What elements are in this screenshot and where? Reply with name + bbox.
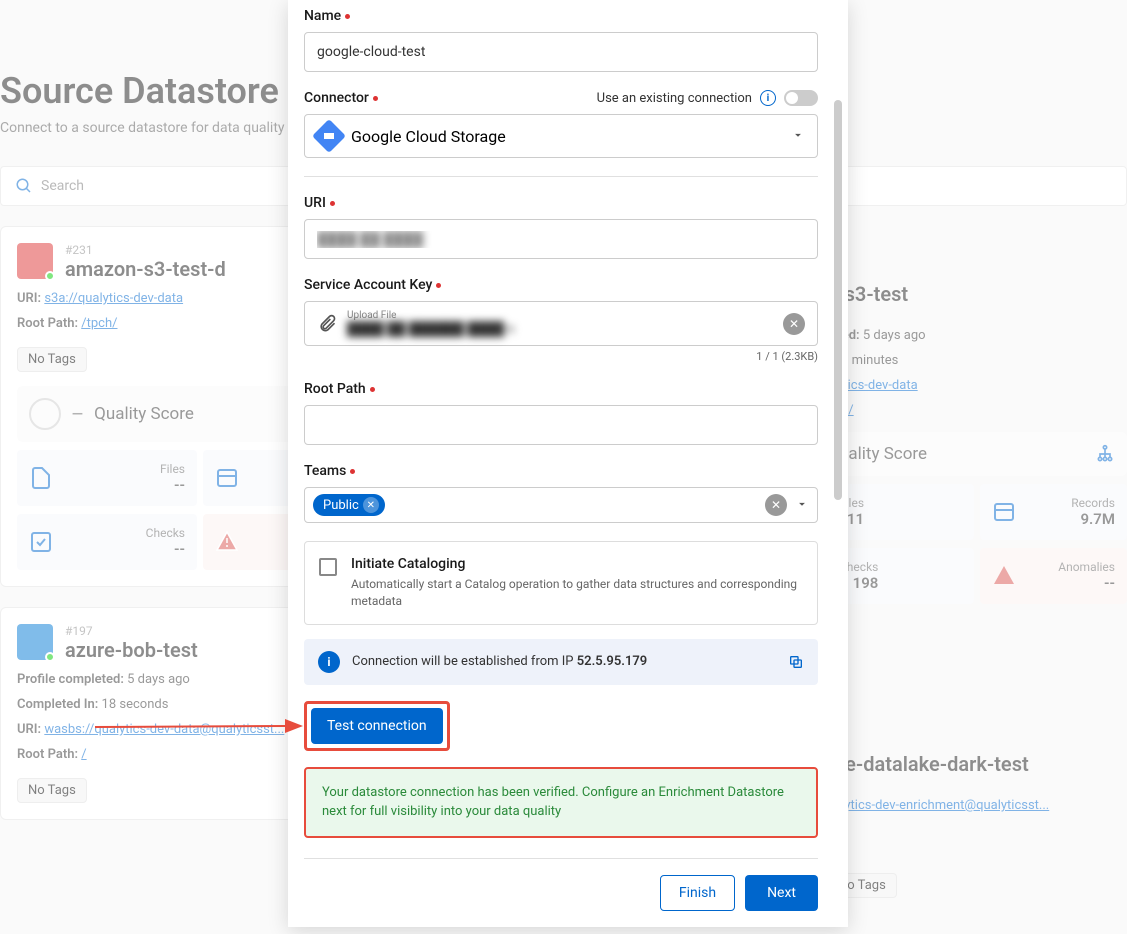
required-indicator (330, 201, 335, 206)
required-indicator (436, 283, 441, 288)
connection-success-banner: Your datastore connection has been verif… (304, 767, 818, 838)
remove-chip-icon[interactable]: ✕ (363, 497, 379, 513)
name-label: Name (304, 8, 341, 24)
attachment-icon (317, 314, 337, 334)
next-button[interactable]: Next (745, 875, 818, 911)
clear-teams-icon[interactable]: ✕ (765, 494, 787, 516)
team-chip[interactable]: Public✕ (313, 494, 385, 516)
existing-connection-label: Use an existing connection (597, 91, 752, 106)
existing-connection-toggle[interactable] (784, 90, 818, 106)
rootpath-label: Root Path (304, 381, 366, 397)
required-indicator (350, 469, 355, 474)
file-count: 1 / 1 (2.3KB) (304, 350, 818, 363)
name-input[interactable] (304, 32, 818, 72)
teams-select[interactable]: Public✕ ✕ (304, 487, 818, 523)
info-icon[interactable]: i (760, 90, 776, 106)
ip-address: 52.5.95.179 (577, 654, 648, 669)
rootpath-input[interactable] (304, 405, 818, 445)
uploaded-filename: ████ ██ ██████ ████ n (347, 321, 773, 337)
file-upload[interactable]: Upload File ████ ██ ██████ ████ n ✕ (304, 301, 818, 346)
gcs-icon (312, 119, 346, 153)
add-datastore-modal: Name Connector Use an existing connectio… (288, 0, 848, 927)
copy-icon[interactable] (788, 654, 804, 670)
uri-input[interactable] (304, 219, 818, 259)
teams-label: Teams (304, 463, 346, 479)
connector-select[interactable]: Google Cloud Storage (304, 114, 818, 158)
required-indicator (373, 96, 378, 101)
finish-button[interactable]: Finish (660, 875, 735, 911)
initiate-cataloging-option[interactable]: Initiate Cataloging Automatically start … (304, 541, 818, 625)
required-indicator (345, 14, 350, 19)
checkbox[interactable] (319, 558, 337, 576)
test-connection-highlight: Test connection (304, 701, 450, 751)
connector-label: Connector (304, 90, 369, 106)
required-indicator (370, 387, 375, 392)
scrollbar[interactable] (834, 100, 842, 500)
info-icon: i (318, 651, 340, 673)
clear-file-icon[interactable]: ✕ (783, 313, 805, 335)
chevron-down-icon (795, 496, 809, 515)
test-connection-button[interactable]: Test connection (311, 708, 443, 744)
service-key-label: Service Account Key (304, 277, 432, 293)
chevron-down-icon (791, 127, 805, 146)
ip-info-banner: i Connection will be established from IP… (304, 639, 818, 685)
uri-label: URI (304, 195, 326, 211)
